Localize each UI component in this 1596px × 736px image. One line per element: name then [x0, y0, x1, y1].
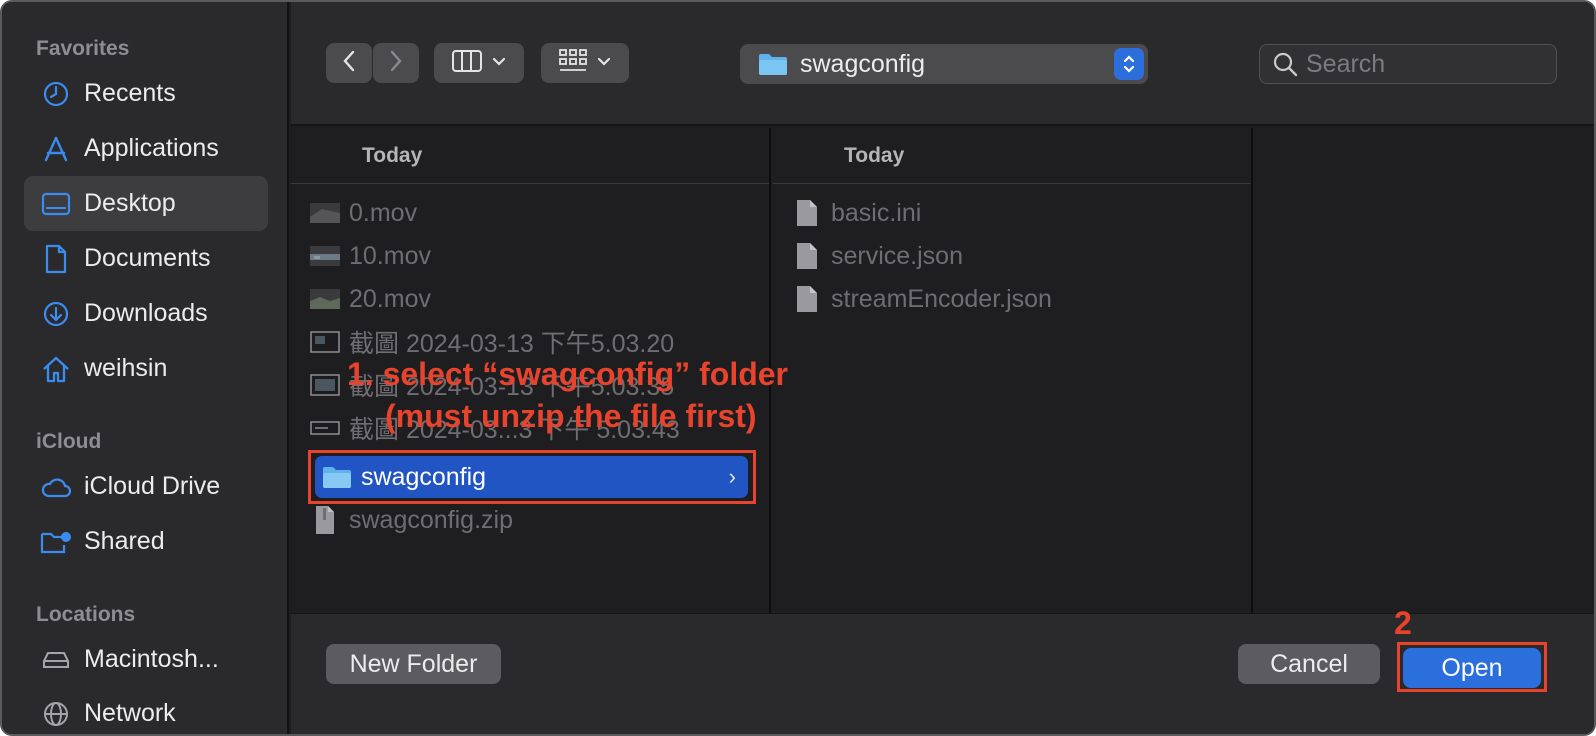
- sidebar-item-label: iCloud Drive: [84, 472, 221, 500]
- open-file-dialog: Favorites Recents Applications Desktop D…: [0, 0, 1596, 736]
- chevron-down-icon: [597, 54, 611, 72]
- file-name: 20.mov: [349, 284, 431, 313]
- document-icon: [791, 283, 823, 315]
- sidebar-item-applications[interactable]: Applications: [24, 121, 268, 176]
- cloud-icon: [38, 471, 74, 503]
- file-name: 0.mov: [349, 198, 418, 227]
- current-folder-label: swagconfig: [800, 49, 926, 78]
- sidebar-item-documents[interactable]: Documents: [24, 231, 268, 286]
- annotation-line: 1. select “swagconfig” folder: [347, 356, 788, 392]
- screenshot-thumbnail-icon: [309, 369, 341, 401]
- list-item[interactable]: basic.ini: [791, 192, 921, 234]
- sidebar-item-icloud-drive[interactable]: iCloud Drive: [24, 459, 268, 514]
- list-item[interactable]: service.json: [791, 235, 963, 277]
- document-icon: [38, 243, 74, 275]
- video-thumbnail-icon: [309, 283, 341, 315]
- video-thumbnail-icon: [309, 240, 341, 272]
- column-header: Today: [773, 128, 1251, 184]
- annotation-line: (must unzip the file first): [385, 398, 757, 434]
- bottom-bar: New Folder Cancel Open 2: [291, 605, 1594, 734]
- clock-icon: [38, 78, 74, 110]
- document-icon: [791, 197, 823, 229]
- document-icon: [791, 240, 823, 272]
- sidebar-item-shared[interactable]: Shared: [24, 514, 268, 569]
- new-folder-button[interactable]: New Folder: [326, 644, 501, 684]
- list-item[interactable]: swagconfig.zip: [309, 499, 513, 541]
- search-field[interactable]: [1259, 44, 1557, 84]
- sidebar-item-macintosh-hd[interactable]: Macintosh...: [24, 632, 268, 687]
- column-header: Today: [291, 128, 769, 184]
- column-browser: Today 0.mov 10.mov 20.mov 截圖 2024-03-13 …: [291, 128, 1594, 613]
- open-button[interactable]: Open: [1403, 648, 1541, 688]
- sidebar-item-label: Shared: [84, 527, 165, 555]
- list-item[interactable]: 10.mov: [309, 235, 431, 277]
- column-header-label: Today: [844, 143, 905, 167]
- list-item[interactable]: streamEncoder.json: [791, 278, 1052, 320]
- sidebar-item-label: Desktop: [84, 189, 176, 217]
- sidebar-section-favorites: Favorites: [36, 37, 130, 60]
- sidebar: Favorites Recents Applications Desktop D…: [2, 2, 289, 734]
- grid-icon: [559, 48, 587, 78]
- annotation-step-2: 2: [1394, 605, 1412, 641]
- column-swagconfig: Today basic.ini service.json streamEncod…: [773, 128, 1253, 613]
- chevron-right-icon: [389, 50, 403, 77]
- annotation-step-1: 1. select “swagconfig” folder (must unzi…: [347, 353, 788, 437]
- sidebar-item-network[interactable]: Network: [24, 686, 268, 734]
- sidebar-item-home[interactable]: weihsin: [24, 341, 268, 396]
- chevron-down-icon: [492, 54, 506, 72]
- sidebar-item-label: weihsin: [84, 354, 168, 382]
- applications-icon: [38, 133, 74, 165]
- shared-folder-icon: [38, 526, 74, 558]
- sidebar-section-locations: Locations: [36, 603, 136, 626]
- chevron-left-icon: [342, 50, 356, 77]
- forward-button[interactable]: [373, 43, 419, 83]
- back-button[interactable]: [326, 43, 372, 83]
- home-icon: [38, 353, 74, 385]
- file-name: streamEncoder.json: [831, 284, 1052, 313]
- list-item[interactable]: 0.mov: [309, 192, 417, 234]
- up-down-chevron-icon: [1114, 48, 1144, 80]
- screenshot-thumbnail-icon: [309, 326, 341, 358]
- sidebar-item-label: Documents: [84, 244, 211, 272]
- zip-file-icon: [309, 504, 341, 536]
- search-input[interactable]: [1306, 49, 1536, 79]
- file-name: 10.mov: [349, 241, 431, 270]
- sidebar-item-label: Recents: [84, 79, 176, 107]
- globe-icon: [38, 698, 74, 730]
- sidebar-item-recents[interactable]: Recents: [24, 66, 268, 121]
- sidebar-item-label: Macintosh...: [84, 645, 219, 673]
- annotation-highlight-box: [308, 450, 756, 504]
- columns-view-icon: [452, 49, 482, 77]
- download-icon: [38, 298, 74, 330]
- column-preview: [1255, 128, 1594, 613]
- folder-icon: [758, 52, 788, 76]
- sidebar-item-label: Applications: [84, 134, 219, 162]
- sidebar-item-label: Downloads: [84, 299, 208, 327]
- search-icon: [1272, 51, 1298, 77]
- sidebar-item-desktop[interactable]: Desktop: [24, 176, 268, 231]
- sidebar-section-icloud: iCloud: [36, 430, 102, 453]
- toolbar: swagconfig: [291, 2, 1594, 126]
- file-name: swagconfig.zip: [349, 505, 513, 534]
- list-item[interactable]: 20.mov: [309, 278, 431, 320]
- group-by-button[interactable]: [541, 43, 629, 83]
- file-name: service.json: [831, 241, 963, 270]
- video-thumbnail-icon: [309, 197, 341, 229]
- view-mode-button[interactable]: [434, 43, 524, 83]
- disk-icon: [38, 644, 74, 676]
- file-name: basic.ini: [831, 198, 922, 227]
- screenshot-thumbnail-icon: [309, 412, 341, 444]
- column-header-label: Today: [362, 143, 423, 167]
- path-popup-button[interactable]: swagconfig: [740, 44, 1148, 84]
- desktop-icon: [38, 188, 74, 220]
- sidebar-item-label: Network: [84, 699, 176, 727]
- cancel-button[interactable]: Cancel: [1238, 644, 1380, 684]
- sidebar-item-downloads[interactable]: Downloads: [24, 286, 268, 341]
